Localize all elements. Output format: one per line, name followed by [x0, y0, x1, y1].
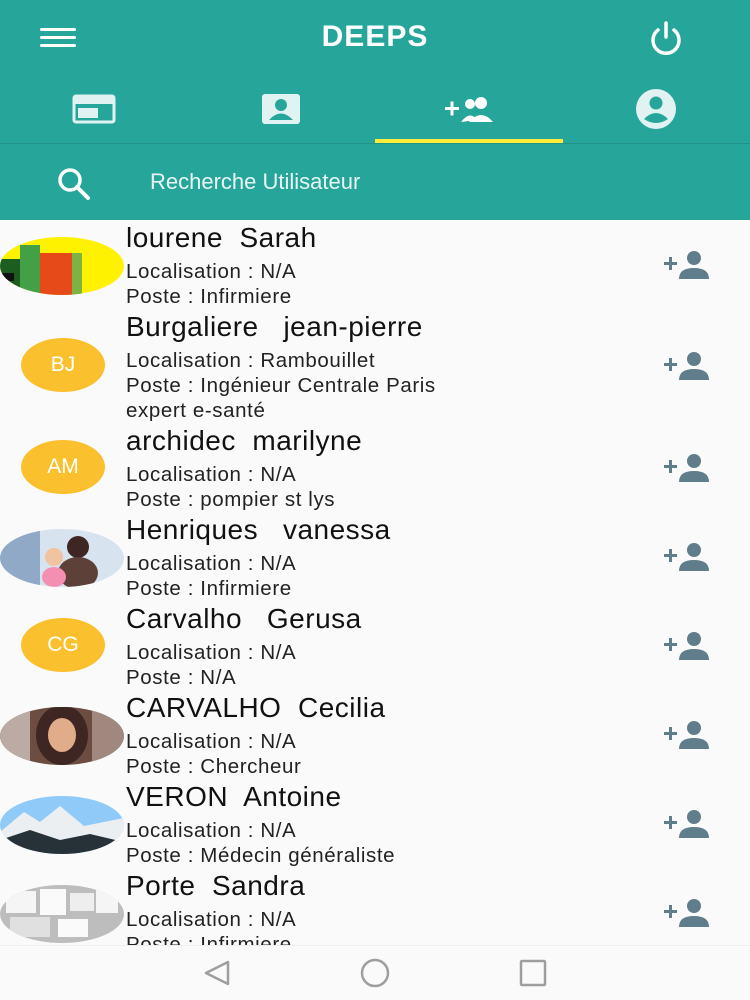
tab-add-users[interactable]	[375, 75, 563, 143]
list-item[interactable]: BJ Burgaliere jean-pierre Localisation :…	[0, 309, 750, 423]
search-icon	[58, 168, 90, 200]
recents-icon	[519, 959, 547, 987]
user-name: Carvalho Gerusa	[126, 603, 362, 634]
power-icon	[651, 21, 681, 55]
user-location: Localisation : N/A	[126, 730, 297, 753]
user-position: Poste : Infirmiere	[126, 577, 292, 600]
user-location: Localisation : N/A	[126, 641, 297, 664]
user-location: Localisation : N/A	[126, 260, 297, 283]
account-circle-icon	[636, 89, 677, 129]
contact-card-icon	[262, 94, 301, 124]
avatar	[0, 885, 124, 943]
user-position: Poste : Chercheur	[126, 755, 302, 778]
user-position: Poste : pompier st lys	[126, 488, 336, 511]
add-contact-button[interactable]	[662, 718, 714, 752]
add-contact-button[interactable]	[662, 349, 714, 383]
person-add-icon	[664, 454, 709, 482]
tab-bar	[0, 75, 750, 143]
user-list[interactable]: lourene Sarah Localisation : N/A Poste :…	[0, 220, 750, 945]
group-add-icon	[444, 97, 493, 122]
back-button[interactable]	[196, 958, 240, 988]
user-position: Poste : Ingénieur Centrale Paris	[126, 374, 436, 397]
list-item[interactable]: CARVALHO Cecilia Localisation : N/A Post…	[0, 690, 750, 779]
avatar	[0, 237, 124, 295]
avatar	[0, 796, 124, 854]
back-icon	[204, 960, 230, 986]
avatar: CG	[21, 618, 105, 672]
user-position: Poste : Infirmiere	[126, 285, 292, 308]
search-bar	[0, 143, 750, 220]
tab-contact-card[interactable]	[188, 75, 376, 143]
add-contact-button[interactable]	[662, 451, 714, 485]
recents-button[interactable]	[512, 958, 556, 988]
person-add-icon	[664, 352, 709, 380]
person-add-icon	[664, 251, 709, 279]
user-name: Henriques vanessa	[126, 514, 391, 545]
search-input[interactable]	[150, 162, 710, 202]
person-add-icon	[664, 632, 709, 660]
person-add-icon	[664, 810, 709, 838]
avatar	[0, 529, 124, 587]
user-location: Localisation : N/A	[126, 908, 297, 931]
search-button[interactable]	[52, 162, 96, 206]
user-name: VERON Antoine	[126, 781, 342, 812]
user-name: Burgaliere jean-pierre	[126, 311, 423, 342]
user-name: archidec marilyne	[126, 425, 363, 456]
dashboard-icon	[72, 94, 116, 124]
user-position: Poste : Infirmiere	[126, 933, 292, 945]
list-item[interactable]: VERON Antoine Localisation : N/A Poste :…	[0, 779, 750, 868]
add-contact-button[interactable]	[662, 629, 714, 663]
list-item[interactable]: lourene Sarah Localisation : N/A Poste :…	[0, 220, 750, 309]
user-location: Localisation : N/A	[126, 819, 297, 842]
list-item[interactable]: Henriques vanessa Localisation : N/A Pos…	[0, 512, 750, 601]
user-location: Localisation : Rambouillet	[126, 349, 376, 372]
add-contact-button[interactable]	[662, 540, 714, 574]
app-bar: DEEPS	[0, 0, 750, 220]
list-item[interactable]: CG Carvalho Gerusa Localisation : N/A Po…	[0, 601, 750, 690]
user-name: CARVALHO Cecilia	[126, 692, 386, 723]
avatar: AM	[21, 440, 105, 494]
user-name: Porte Sandra	[126, 870, 306, 901]
add-contact-button[interactable]	[662, 896, 714, 930]
avatar	[0, 707, 124, 765]
home-button[interactable]	[353, 958, 397, 988]
add-contact-button[interactable]	[662, 807, 714, 841]
power-button[interactable]	[642, 18, 690, 58]
app-title: DEEPS	[321, 20, 429, 53]
user-name: lourene Sarah	[126, 222, 317, 253]
home-icon	[360, 958, 390, 988]
system-nav-bar	[0, 945, 750, 1000]
add-contact-button[interactable]	[662, 248, 714, 282]
list-item[interactable]: Porte Sandra Localisation : N/A Poste : …	[0, 868, 750, 945]
top-toolbar: DEEPS	[0, 0, 750, 75]
user-location: Localisation : N/A	[126, 463, 297, 486]
user-position: Poste : Médecin généraliste	[126, 844, 396, 867]
user-location: Localisation : N/A	[126, 552, 297, 575]
list-item[interactable]: AM archidec marilyne Localisation : N/A …	[0, 423, 750, 512]
person-add-icon	[664, 721, 709, 749]
user-position-continued: expert e-santé	[126, 399, 266, 422]
person-add-icon	[664, 543, 709, 571]
user-position: Poste : N/A	[126, 666, 237, 689]
person-add-icon	[664, 899, 709, 927]
tab-account[interactable]	[563, 75, 750, 143]
tab-dashboard[interactable]	[0, 75, 188, 143]
avatar: BJ	[21, 338, 105, 392]
